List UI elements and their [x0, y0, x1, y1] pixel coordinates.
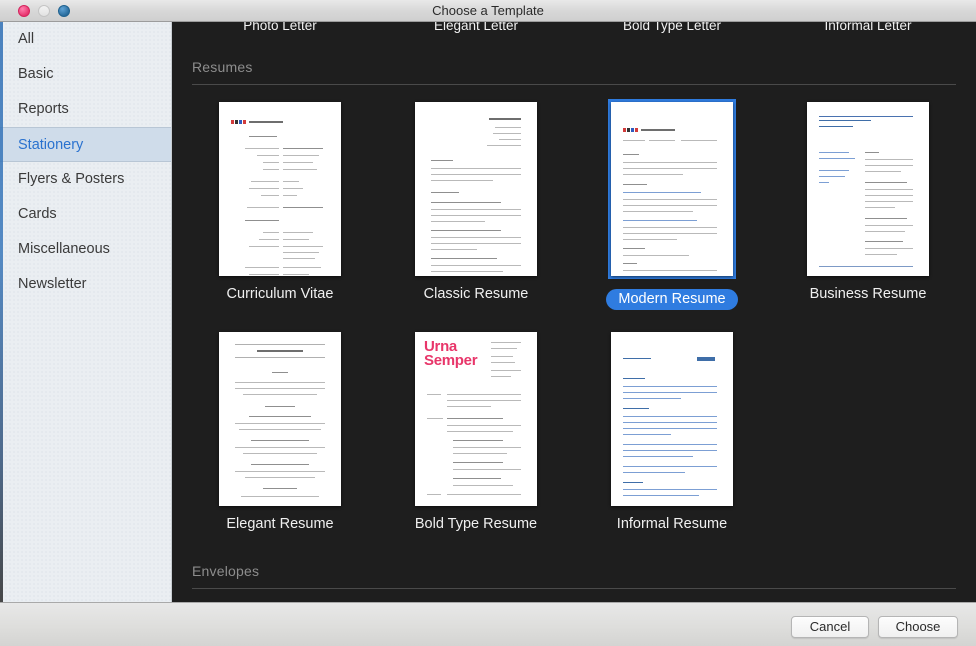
sidebar-item-newsletter[interactable]: Newsletter	[0, 267, 171, 302]
sidebar-item-flyers-and-posters[interactable]: Flyers & Posters	[0, 162, 171, 197]
template-label[interactable]: Business Resume	[770, 286, 966, 302]
bold-type-headline: Urna Semper	[424, 338, 478, 369]
choose-template-window: Choose a Template All Basic Reports Stat…	[0, 0, 976, 646]
template-thumbnail[interactable]	[807, 102, 929, 276]
thumbnail-preview-informal	[611, 332, 733, 506]
template-label-text: Bold Type Resume	[414, 516, 538, 532]
template-label-text: Classic Resume	[423, 286, 529, 302]
section-divider-envelopes	[192, 588, 956, 589]
template-tile-business-resume[interactable]: Business Resume	[770, 102, 966, 302]
template-label-text-selected: Modern Resume	[606, 289, 738, 310]
sidebar-item-label: Stationery	[18, 137, 84, 153]
sidebar-item-label: Flyers & Posters	[18, 171, 125, 187]
template-thumbnail[interactable]	[415, 102, 537, 276]
cancel-button[interactable]: Cancel	[791, 616, 869, 638]
thumbnail-preview-business	[807, 102, 929, 276]
template-label[interactable]: Curriculum Vitae	[182, 286, 378, 302]
template-label-text: Elegant Resume	[226, 516, 334, 532]
sidebar-item-label: Reports	[18, 101, 69, 117]
template-thumbnail[interactable]	[611, 332, 733, 506]
template-thumbnail[interactable]	[219, 332, 341, 506]
category-sidebar[interactable]: All Basic Reports Stationery Flyers & Po…	[0, 22, 172, 602]
sidebar-item-cards[interactable]: Cards	[0, 197, 171, 232]
template-thumbnail[interactable]: Urna Semper	[415, 332, 537, 506]
template-label[interactable]: Classic Resume	[378, 286, 574, 302]
choose-button[interactable]: Choose	[878, 616, 958, 638]
logo-icon	[623, 128, 638, 132]
template-label-text: Informal Resume	[616, 516, 728, 532]
clipped-label-informal-letter[interactable]: Informal Letter	[770, 22, 966, 33]
section-divider-resumes	[192, 84, 956, 85]
clipped-label-photo-letter[interactable]: Photo Letter	[182, 22, 378, 33]
clipped-letters-row: Photo Letter Elegant Letter Bold Type Le…	[172, 22, 976, 44]
template-thumbnail-selected[interactable]	[608, 99, 736, 279]
thumbnail-preview-elegant	[219, 332, 341, 506]
sidebar-item-label: Basic	[18, 66, 54, 82]
thumbnail-preview-cv	[219, 102, 341, 276]
template-label[interactable]: Elegant Resume	[182, 516, 378, 532]
template-label-text: Business Resume	[809, 286, 927, 302]
sidebar-item-all[interactable]: All	[0, 22, 171, 57]
template-tile-modern-resume[interactable]: Modern Resume	[574, 99, 770, 310]
clipped-label-bold-type-letter[interactable]: Bold Type Letter	[574, 22, 770, 33]
window-title: Choose a Template	[432, 3, 544, 18]
template-tile-classic-resume[interactable]: Classic Resume	[378, 102, 574, 302]
logo-icon	[231, 120, 246, 124]
thumbnail-preview-classic	[415, 102, 537, 276]
window-titlebar: Choose a Template	[0, 0, 976, 22]
template-label-text: Curriculum Vitae	[226, 286, 334, 302]
thumbnail-preview-bold-type: Urna Semper	[415, 332, 537, 506]
sidebar-item-label: Newsletter	[18, 276, 87, 292]
section-header-resumes: Resumes	[192, 59, 253, 75]
sidebar-item-miscellaneous[interactable]: Miscellaneous	[0, 232, 171, 267]
template-label[interactable]: Modern Resume	[574, 289, 770, 310]
template-label[interactable]: Informal Resume	[574, 516, 770, 532]
template-tile-curriculum-vitae[interactable]: Curriculum Vitae	[182, 102, 378, 302]
sidebar-item-label: All	[18, 31, 35, 47]
sidebar-item-stationery[interactable]: Stationery	[0, 127, 171, 162]
template-tile-informal-resume[interactable]: Informal Resume	[574, 332, 770, 532]
template-tile-elegant-resume[interactable]: Elegant Resume	[182, 332, 378, 532]
section-header-envelopes: Envelopes	[192, 563, 260, 579]
sidebar-item-label: Cards	[18, 206, 57, 222]
clipped-label-elegant-letter[interactable]: Elegant Letter	[378, 22, 574, 33]
dialog-footer: Cancel Choose	[0, 602, 976, 646]
sidebar-item-reports[interactable]: Reports	[0, 92, 171, 127]
template-thumbnail[interactable]	[219, 102, 341, 276]
window-left-edge-highlight	[0, 22, 3, 602]
sidebar-item-basic[interactable]: Basic	[0, 57, 171, 92]
template-tile-bold-type-resume[interactable]: Urna Semper Bold Type Resume	[378, 332, 574, 532]
thumbnail-preview-modern	[611, 102, 733, 276]
template-label[interactable]: Bold Type Resume	[378, 516, 574, 532]
template-gallery[interactable]: Photo Letter Elegant Letter Bold Type Le…	[172, 22, 976, 602]
sidebar-item-label: Miscellaneous	[18, 241, 110, 257]
